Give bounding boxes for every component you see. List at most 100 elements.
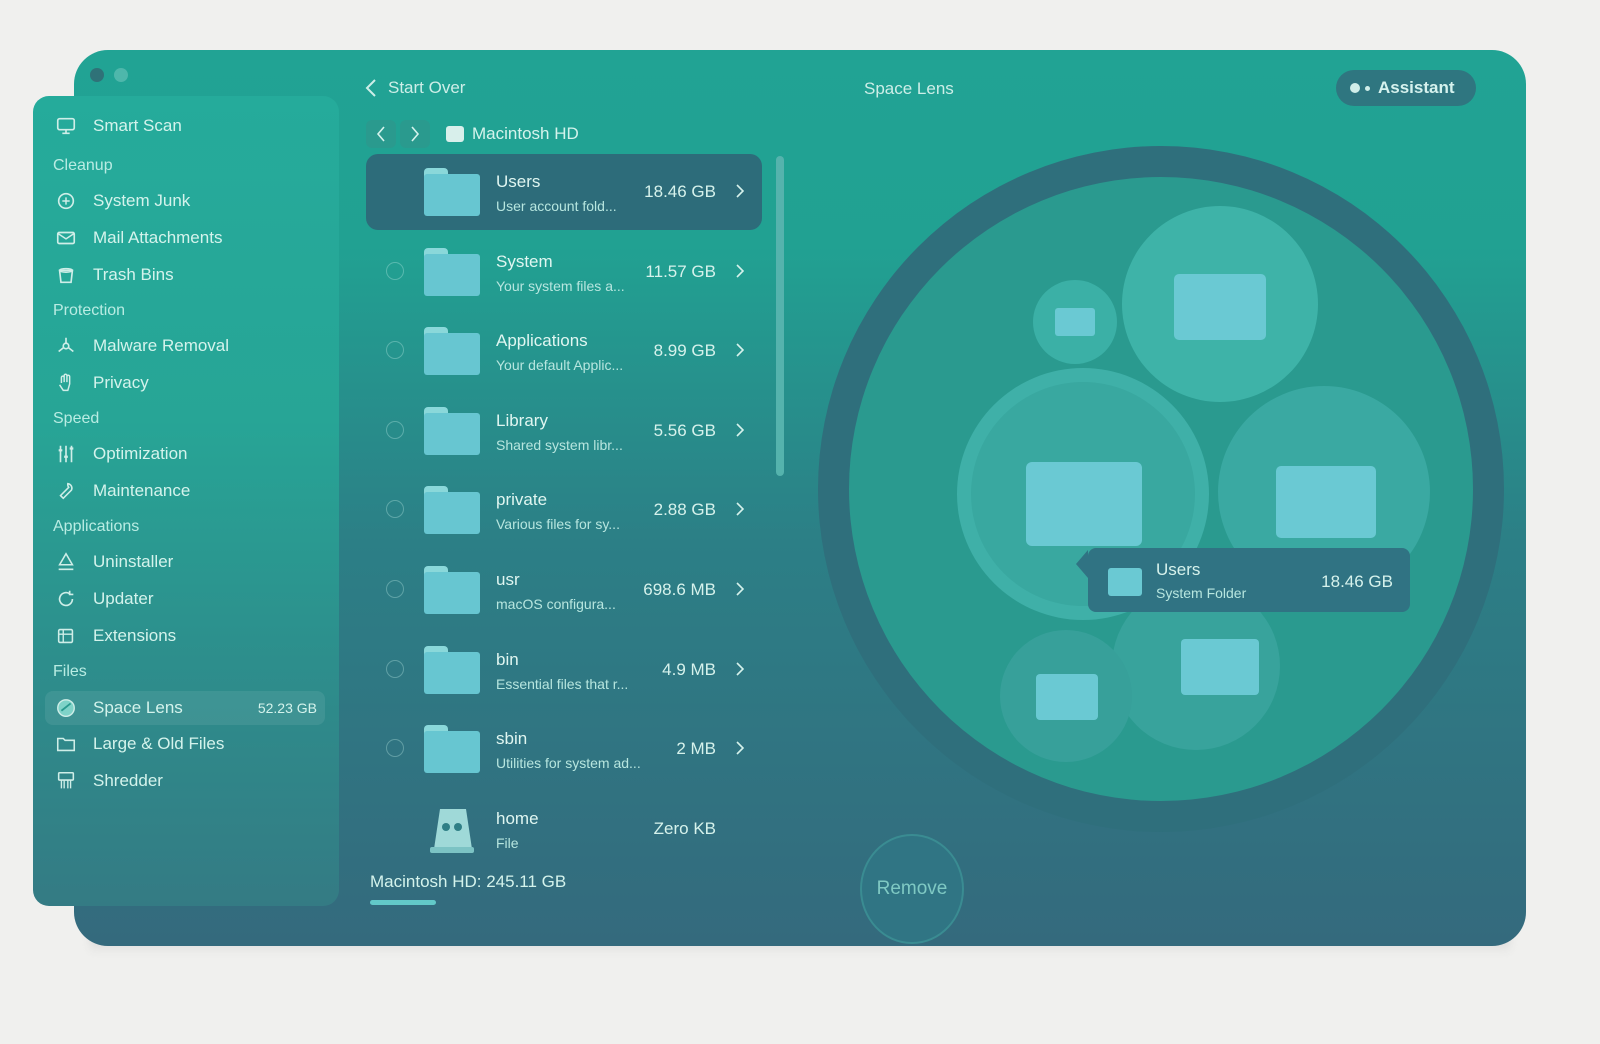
trash-icon-wrap: [53, 264, 79, 286]
sidebar-item-label: Malware Removal: [93, 336, 230, 355]
assistant-button[interactable]: Assistant: [1336, 70, 1476, 106]
file-row-home[interactable]: home File Zero KB: [366, 791, 762, 867]
file-row-system[interactable]: System Your system files a... 11.57 GB: [366, 234, 762, 310]
chevron-right-icon: [736, 741, 745, 755]
select-checkbox[interactable]: [386, 580, 404, 598]
sidebar-item-system-junk[interactable]: System Junk: [53, 185, 323, 217]
wrench-icon: [59, 482, 73, 500]
sidebar-section-title: Speed: [53, 410, 100, 427]
file-row-private[interactable]: private Various files for sy... 2.88 GB: [366, 472, 762, 548]
file-row-bin[interactable]: bin Essential files that r... 4.9 MB: [366, 632, 762, 708]
sidebar-item-label: Space Lens: [93, 698, 183, 717]
sidebar-item-label: Uninstaller: [93, 552, 174, 571]
remove-button[interactable]: Remove: [860, 834, 964, 944]
file-size: 11.57 GB: [645, 261, 716, 281]
open-folder-chevron[interactable]: [736, 502, 745, 516]
chevron-left-icon: [376, 126, 385, 142]
file-size: 8.99 GB: [653, 341, 716, 361]
sidebar-item-label: Maintenance: [93, 481, 191, 500]
sidebar-item-label: Mail Attachments: [93, 228, 223, 247]
open-folder-chevron[interactable]: [736, 343, 745, 357]
space-lens-size-badge: 52.23 GB: [257, 700, 317, 716]
file-description: Utilities for system ad...: [496, 755, 641, 772]
sidebar-item-space-lens[interactable]: Space Lens 52.23 GB: [45, 691, 325, 725]
back-button[interactable]: [366, 120, 396, 148]
folder-icon: [1055, 308, 1095, 336]
file-row-applications[interactable]: Applications Your default Applic... 8.99 G…: [366, 313, 762, 389]
window-controls[interactable]: [90, 68, 128, 82]
open-folder-chevron[interactable]: [736, 264, 745, 278]
shredder-icon: [57, 771, 75, 789]
select-checkbox[interactable]: [386, 739, 404, 758]
file-size: 2.88 GB: [653, 500, 716, 520]
sliders-icon-wrap: [53, 443, 79, 465]
start-over-button[interactable]: Start Over: [364, 78, 465, 98]
update-icon-wrap: [53, 588, 79, 610]
sliders-icon: [58, 445, 74, 463]
sidebar-item-label: Large & Old Files: [93, 734, 225, 753]
list-scrollbar[interactable]: [776, 156, 784, 476]
sidebar-item-trash-bins[interactable]: Trash Bins: [53, 259, 323, 291]
file-row-library[interactable]: Library Shared system libr... 5.56 GB: [366, 393, 762, 469]
forward-button[interactable]: [400, 120, 430, 148]
open-folder-chevron[interactable]: [736, 184, 745, 198]
sidebar-item-updater[interactable]: Updater: [53, 583, 323, 615]
open-folder-chevron[interactable]: [736, 741, 745, 755]
hand-icon-wrap: [53, 372, 79, 394]
file-name: home: [496, 808, 539, 828]
mail-icon: [56, 231, 76, 245]
chevron-right-icon: [736, 582, 745, 596]
disk-usage-bar: [370, 900, 436, 905]
open-folder-chevron[interactable]: [736, 582, 745, 596]
sidebar-item-shredder[interactable]: Shredder: [53, 765, 323, 797]
folder-icon: [424, 566, 480, 614]
sidebar-item-large-old-files[interactable]: Large & Old Files: [53, 728, 323, 760]
open-folder-chevron[interactable]: [736, 423, 745, 437]
sidebar-item-label: Shredder: [93, 771, 163, 790]
hover-tooltip: Users System Folder 18.46 GB: [1076, 548, 1410, 612]
sidebar-item-mail-attachments[interactable]: Mail Attachments: [53, 222, 323, 254]
folder-icon: [424, 725, 480, 774]
file-row-sbin[interactable]: sbin Utilities for system ad... 2 MB: [366, 711, 762, 787]
select-checkbox[interactable]: [386, 420, 404, 439]
folder-icon: [424, 406, 480, 455]
sidebar-item-privacy[interactable]: Privacy: [53, 367, 323, 399]
uninstaller-icon-wrap: [53, 551, 79, 573]
select-checkbox[interactable]: [386, 261, 404, 280]
sidebar-item-optimization[interactable]: Optimization: [53, 438, 323, 470]
file-row-users[interactable]: Users User account fold... 18.46 GB: [366, 154, 762, 230]
sidebar-section-title: Protection: [53, 302, 126, 319]
sidebar-item-malware-removal[interactable]: Malware Removal: [53, 330, 323, 362]
sidebar-section-title: Cleanup: [53, 157, 113, 174]
sidebar-item-label: Updater: [93, 589, 154, 608]
folder-icon: [1108, 568, 1142, 596]
file-size: Zero KB: [653, 818, 716, 838]
select-checkbox[interactable]: [386, 341, 404, 360]
page-title: Space Lens: [864, 79, 954, 98]
sidebar-item-maintenance[interactable]: Maintenance: [53, 475, 323, 507]
mail-icon-wrap: [53, 227, 79, 249]
file-row-usr[interactable]: usr macOS configura... 698.6 MB: [366, 552, 762, 628]
file-size: 4.9 MB: [662, 659, 716, 679]
minimize-window-button[interactable]: [114, 68, 128, 82]
file-name: Applications: [496, 331, 588, 351]
trash-icon: [58, 267, 74, 284]
file-size: 5.56 GB: [653, 420, 716, 440]
file-size: 2 MB: [676, 739, 716, 759]
file-description: User account fold...: [496, 198, 617, 214]
select-checkbox[interactable]: [386, 500, 404, 519]
select-checkbox[interactable]: [386, 659, 404, 678]
sidebar-item-uninstaller[interactable]: Uninstaller: [53, 546, 323, 578]
open-folder-chevron[interactable]: [736, 662, 745, 676]
sidebar-item-extensions[interactable]: Extensions: [53, 620, 323, 652]
file-description: Your default Applic...: [496, 357, 624, 374]
folder-icon: [1036, 674, 1098, 720]
close-window-button[interactable]: [90, 68, 104, 82]
file-description: macOS configura...: [496, 596, 616, 612]
sidebar-item-label: Smart Scan: [93, 116, 182, 135]
breadcrumb[interactable]: Macintosh HD: [446, 124, 579, 144]
sidebar-item-smart-scan[interactable]: Smart Scan: [53, 110, 323, 142]
file-name: private: [496, 490, 548, 510]
biohazard-icon-wrap: [53, 335, 79, 357]
assistant-icon: [1350, 83, 1370, 93]
